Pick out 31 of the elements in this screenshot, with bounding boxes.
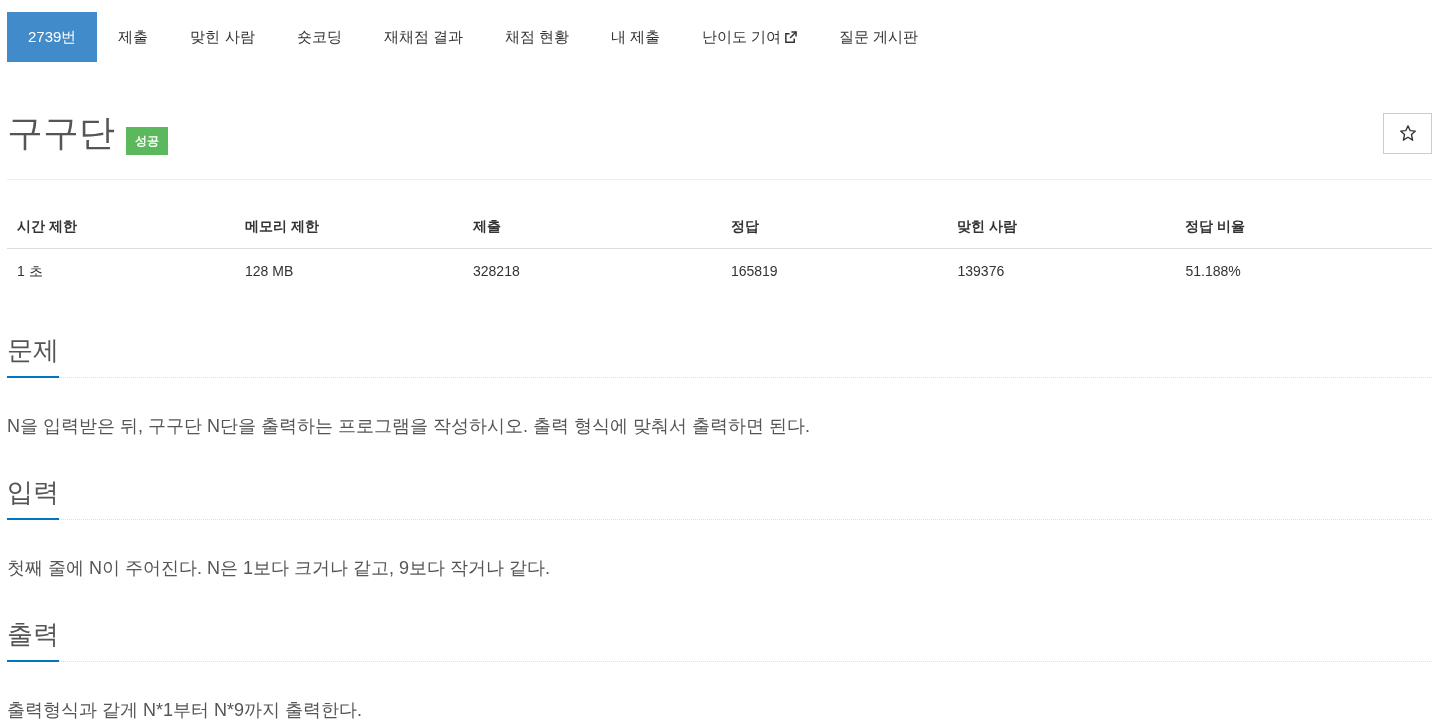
- nav-tab[interactable]: 내 제출: [589, 12, 682, 62]
- table-cell-text: 51.188%: [1184, 262, 1242, 281]
- nav-tab[interactable]: 질문 게시판: [818, 12, 940, 62]
- section-heading: 문제: [7, 333, 59, 378]
- table-cell-text: 1 초: [16, 262, 44, 281]
- column-header: 맞힌 사람: [947, 206, 1176, 249]
- nav-tab[interactable]: 난이도 기여: [681, 12, 819, 62]
- table-cell-text: 128 MB: [244, 262, 295, 281]
- column-header: 정답 비율: [1175, 206, 1432, 249]
- problem-title: 구구단: [7, 111, 115, 155]
- column-header: 정답: [720, 206, 948, 249]
- table-cell-text: 165819: [729, 262, 779, 281]
- section-text: N을 입력받은 뒤, 구구단 N단을 출력하는 프로그램을 작성하시오. 출력 형식에 맞춰서 출력하면 된다.: [7, 415, 811, 437]
- star-button[interactable]: [1383, 112, 1432, 154]
- section-text: 출력형식과 같게 N*1부터 N*9까지 출력한다.: [7, 699, 364, 721]
- status-badge: 성공: [126, 127, 168, 155]
- nav-tab[interactable]: 제출: [97, 12, 170, 62]
- nav-tab[interactable]: 2739번: [7, 12, 98, 62]
- section-text: 첫째 줄에 N이 주어진다. N은 1보다 크거나 같고, 9보다 작거나 같다.: [7, 557, 552, 579]
- column-header: 메모리 제한: [235, 206, 463, 249]
- nav-tab[interactable]: 숏코딩: [275, 12, 363, 62]
- nav-tab[interactable]: 맞힌 사람: [169, 12, 276, 62]
- table-cell-text: 328218: [472, 262, 521, 281]
- section-heading: 출력: [7, 617, 59, 662]
- table-cell-text: 139376: [956, 262, 1006, 281]
- column-header: 시간 제한: [7, 206, 235, 249]
- external-link-icon: [784, 30, 798, 44]
- column-header: 제출: [463, 206, 721, 249]
- nav-tab[interactable]: 채점 현황: [483, 12, 590, 62]
- section-heading: 입력: [7, 475, 59, 520]
- nav-tab[interactable]: 재채점 결과: [362, 12, 484, 62]
